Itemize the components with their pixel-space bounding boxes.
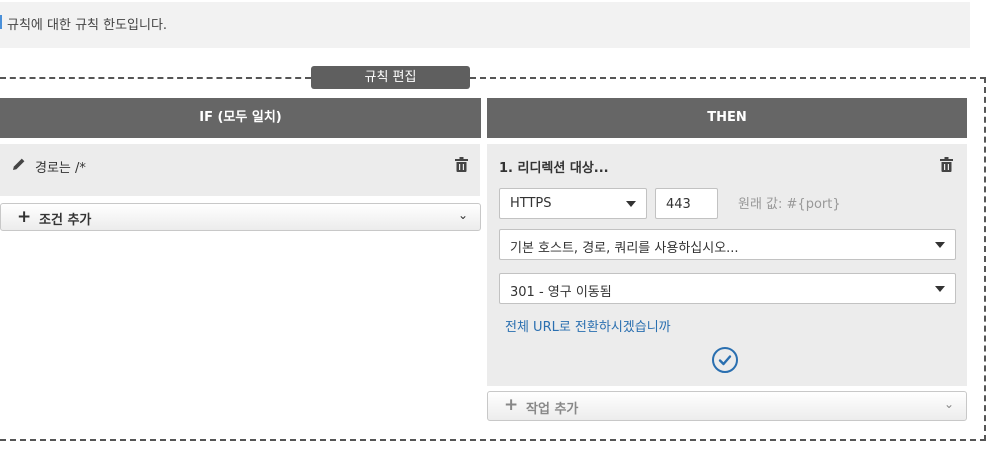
chevron-down-icon: ⌄ — [943, 397, 954, 411]
chevron-down-icon: ⌄ — [457, 208, 468, 222]
port-input[interactable]: 443 — [655, 188, 718, 219]
port-hint: 원래 값: #{port} — [738, 197, 841, 212]
protocol-value: HTTPS — [510, 196, 552, 211]
trash-icon[interactable] — [455, 157, 468, 172]
condition-text[interactable]: 경로는 /* — [35, 157, 86, 176]
redirect-action-title: 1. 리디렉션 대상... — [499, 161, 609, 176]
if-column-header: IF (모두 일치) — [0, 98, 481, 138]
caret-down-icon — [935, 242, 945, 248]
check-circle-icon[interactable] — [712, 347, 738, 373]
protocol-select[interactable]: HTTPS — [499, 188, 647, 219]
editor-border-top-left — [0, 77, 311, 79]
status-code-value: 301 - 영구 이동됨 — [510, 285, 612, 300]
plus-icon: + — [504, 395, 519, 415]
caret-down-icon — [626, 201, 636, 207]
plus-icon: + — [17, 207, 32, 227]
info-text: 규칙에 대한 규칙 한도입니다. — [7, 18, 168, 33]
add-action-button[interactable]: + 작업 추가 ⌄ — [487, 391, 967, 421]
condition-row: 경로는 /* — [0, 144, 480, 196]
caret-down-icon — [935, 286, 945, 292]
info-bar: 규칙에 대한 규칙 한도입니다. — [0, 2, 970, 48]
add-condition-label: 조건 추가 — [39, 213, 92, 228]
host-path-query-value: 기본 호스트, 경로, 쿼리를 사용하십시오... — [510, 241, 739, 256]
edit-rule-tab: 규칙 편집 — [311, 66, 470, 89]
editor-border-right — [984, 77, 986, 441]
switch-to-full-url-link[interactable]: 전체 URL로 전환하시겠습니까 — [505, 316, 671, 335]
add-action-label: 작업 추가 — [526, 402, 579, 417]
status-code-select[interactable]: 301 - 영구 이동됨 — [499, 273, 956, 304]
trash-icon[interactable] — [940, 157, 953, 172]
port-value: 443 — [666, 197, 691, 212]
info-accent-mark — [0, 15, 2, 29]
pencil-icon[interactable] — [12, 157, 26, 171]
add-condition-button[interactable]: + 조건 추가 ⌄ — [0, 203, 481, 231]
then-column-header: THEN — [487, 98, 967, 138]
editor-border-top-right — [470, 77, 986, 79]
host-path-query-select[interactable]: 기본 호스트, 경로, 쿼리를 사용하십시오... — [499, 229, 956, 260]
editor-border-bottom — [0, 439, 986, 441]
